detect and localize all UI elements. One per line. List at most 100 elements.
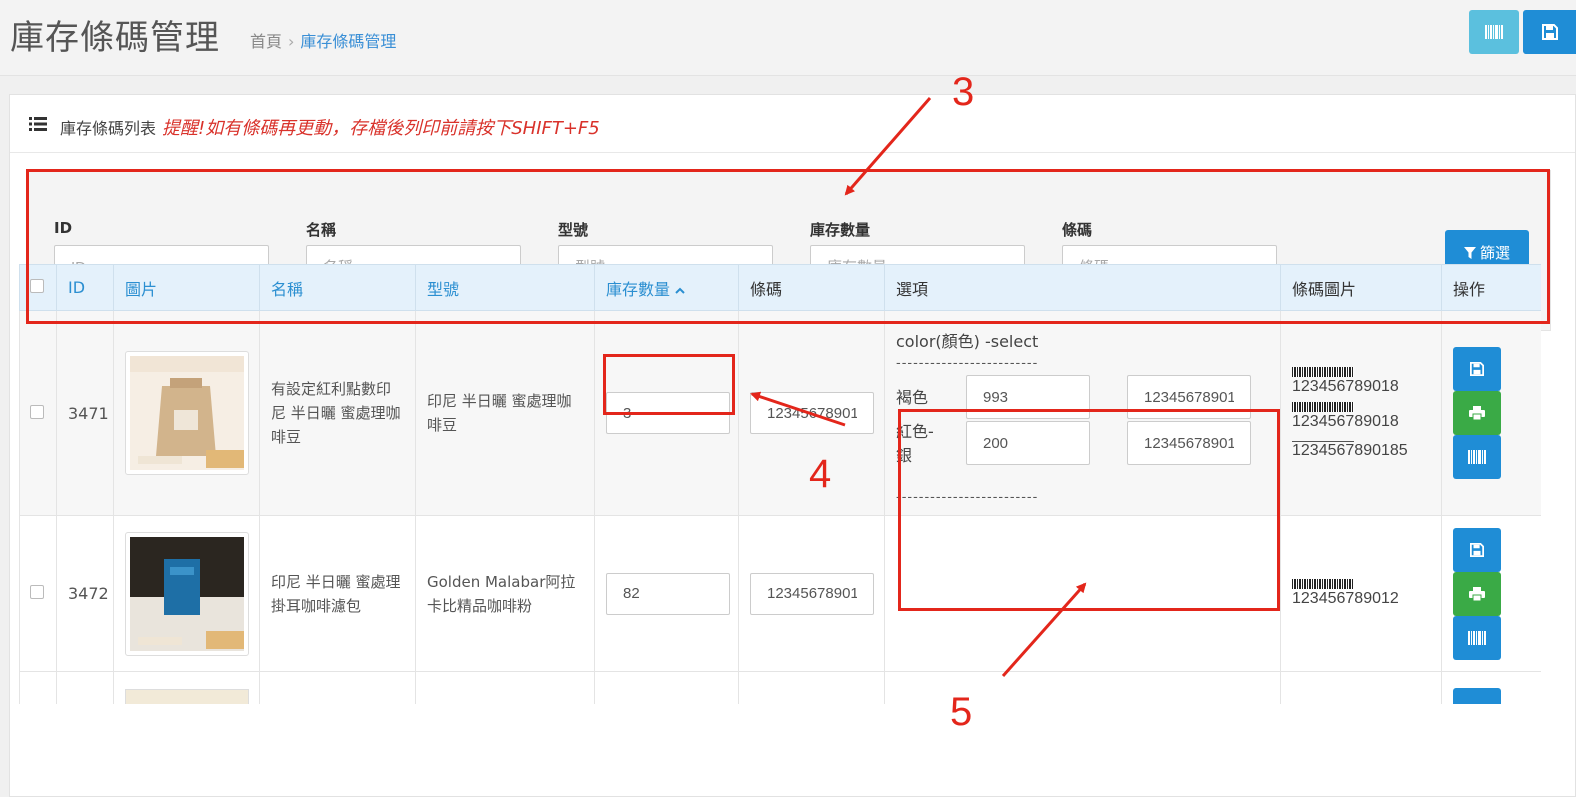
row-stock-cell: [594, 515, 739, 672]
row-id: [56, 671, 114, 704]
save-header-button[interactable]: [1523, 10, 1576, 54]
row-actions-cell: [1441, 515, 1541, 672]
row-name-cell: [259, 671, 416, 704]
row-image-cell: [113, 671, 260, 704]
options-box: color(顏色) -select ----------------------…: [896, 318, 1279, 508]
row-name: 印尼 半日曬 蜜處理掛耳咖啡濾包: [271, 572, 401, 615]
filter-icon: [1463, 246, 1476, 259]
annotation-number: 5: [950, 690, 973, 734]
coffee-bag-image: [130, 356, 244, 470]
barcode-input[interactable]: [750, 392, 874, 434]
column-header-id[interactable]: ID: [56, 264, 114, 311]
barcode-image-number: 123456789018: [1292, 412, 1399, 430]
column-header-image[interactable]: 圖片: [113, 264, 260, 311]
row-checkbox-cell: [19, 671, 57, 704]
save-row-button[interactable]: [1453, 527, 1501, 572]
table-row: [19, 671, 1541, 704]
barcode-row-button[interactable]: [1453, 615, 1501, 660]
breadcrumb-home-link[interactable]: 首頁: [250, 32, 282, 51]
barcode-header-button[interactable]: [1469, 10, 1519, 54]
row-stock-cell: [594, 310, 739, 516]
product-thumbnail[interactable]: [125, 688, 249, 704]
stock-quantity-input[interactable]: [606, 572, 730, 615]
barcode-image-list: 123456789012: [1292, 579, 1441, 608]
barcode-image-list: 123456789018 123456789018 1234567890185: [1292, 366, 1441, 460]
option-label: 紅色-銀: [896, 422, 934, 465]
print-row-button[interactable]: [1453, 391, 1501, 435]
option-barcode-input[interactable]: [1127, 375, 1251, 419]
annotation-number: 4: [809, 452, 832, 496]
breadcrumb-separator: ›: [288, 32, 295, 51]
select-all-checkbox[interactable]: [30, 279, 44, 293]
printer-icon: [1469, 406, 1485, 420]
save-row-button[interactable]: [1453, 347, 1501, 391]
row-model: 印尼 半日曬 蜜處理咖啡豆: [427, 392, 572, 434]
barcode-icon: [1468, 450, 1486, 464]
product-thumbnail[interactable]: [125, 351, 249, 475]
row-image-cell: [113, 310, 260, 516]
option-divider-top: -------------------------: [896, 356, 1039, 371]
barcode-row-button[interactable]: [1453, 435, 1501, 479]
print-row-button[interactable]: [1453, 571, 1501, 616]
column-header-name[interactable]: 名稱: [259, 264, 416, 311]
row-image-cell: [113, 515, 260, 672]
filter-id-label: ID: [54, 219, 73, 237]
row-options-cell: color(顏色) -select ----------------------…: [884, 310, 1281, 516]
row-name-cell: 有設定紅利點數印尼 半日曬 蜜處理咖啡豆: [259, 310, 416, 516]
row-actions-cell: [1441, 671, 1541, 704]
row-checkbox[interactable]: [30, 404, 44, 419]
filter-button-label: 篩選: [1479, 244, 1510, 262]
row-id: 3471: [56, 310, 114, 516]
panel-title: 庫存條碼列表 提醒!如有條碼再更動，存檔後列印前請按下SHIFT+F5: [60, 114, 600, 140]
column-header-stock[interactable]: 庫存數量: [594, 264, 739, 311]
column-header-options: 選項: [884, 264, 1281, 311]
table-row: 3471 有設定紅利點數印尼 半日曬 蜜處理咖啡豆 印尼 半日曬 蜜處理咖啡豆 …: [19, 310, 1541, 516]
row-barcode-cell: [738, 515, 885, 672]
column-header-barcode-image: 條碼圖片: [1280, 264, 1442, 311]
save-row-button[interactable]: [1453, 687, 1501, 704]
breadcrumb-current[interactable]: 庫存條碼管理: [300, 32, 396, 51]
floppy-disk-icon: [1470, 542, 1484, 557]
barcode-image-number: 1234567890185: [1292, 441, 1408, 459]
row-checkbox-cell: [19, 310, 57, 516]
option-title: color(顏色) -select: [896, 332, 1039, 351]
column-header-model[interactable]: 型號: [415, 264, 595, 311]
barcode-graphic: [1292, 579, 1354, 589]
row-name: 有設定紅利點數印尼 半日曬 蜜處理咖啡豆: [271, 380, 401, 446]
option-divider-bottom: -------------------------: [896, 490, 1039, 505]
option-label: 褐色: [896, 388, 929, 407]
barcode-table: ID 圖片 名稱 型號 庫存數量 條碼 選項 條碼圖片 操作 3471 有設定紅…: [19, 264, 1541, 704]
table-header-row: ID 圖片 名稱 型號 庫存數量 條碼 選項 條碼圖片 操作: [19, 264, 1541, 311]
row-stock-cell: [594, 671, 739, 704]
barcode-input[interactable]: [750, 572, 874, 615]
barcode-icon: [1485, 25, 1503, 39]
option-barcode-input[interactable]: [1127, 421, 1251, 465]
filter-barcode-label: 條碼: [1062, 221, 1093, 239]
select-all-header: [19, 264, 57, 311]
filter-model-label: 型號: [558, 221, 589, 239]
row-model: Golden Malabar阿拉卡比精品咖啡粉: [427, 572, 576, 615]
barcode-graphic: [1292, 401, 1354, 412]
barcode-image-number: 123456789012: [1292, 590, 1399, 607]
row-model-cell: [415, 671, 595, 704]
product-thumbnail[interactable]: [125, 531, 249, 656]
table-row: 3472 印尼 半日曬 蜜處理掛耳咖啡濾包 Golden Malabar阿拉卡比…: [19, 515, 1541, 672]
breadcrumb: 首頁 › 庫存條碼管理: [250, 28, 396, 52]
page-title: 庫存條碼管理: [10, 18, 220, 58]
row-model-cell: 印尼 半日曬 蜜處理咖啡豆: [415, 310, 595, 516]
annotation-number: 3: [952, 70, 975, 114]
row-checkbox[interactable]: [30, 585, 44, 599]
row-barcode-images-cell: [1280, 671, 1442, 704]
filter-name-label: 名稱: [306, 221, 337, 239]
filter-stock-label: 庫存數量: [810, 221, 871, 239]
barcode-image-number: 123456789018: [1292, 377, 1399, 395]
option-quantity-input[interactable]: [966, 375, 1090, 419]
option-quantity-input[interactable]: [966, 421, 1090, 465]
column-header-stock-label: 庫存數量: [606, 279, 671, 299]
barcode-table-wrap: ID 圖片 名稱 型號 庫存數量 條碼 選項 條碼圖片 操作 3471 有設定紅…: [19, 264, 1541, 704]
row-barcode-images-cell: 123456789018 123456789018 1234567890185: [1280, 310, 1442, 516]
row-model-cell: Golden Malabar阿拉卡比精品咖啡粉: [415, 515, 595, 672]
stock-quantity-input[interactable]: [606, 392, 730, 434]
barcode-graphic: [1292, 366, 1354, 377]
row-checkbox-cell: [19, 515, 57, 672]
